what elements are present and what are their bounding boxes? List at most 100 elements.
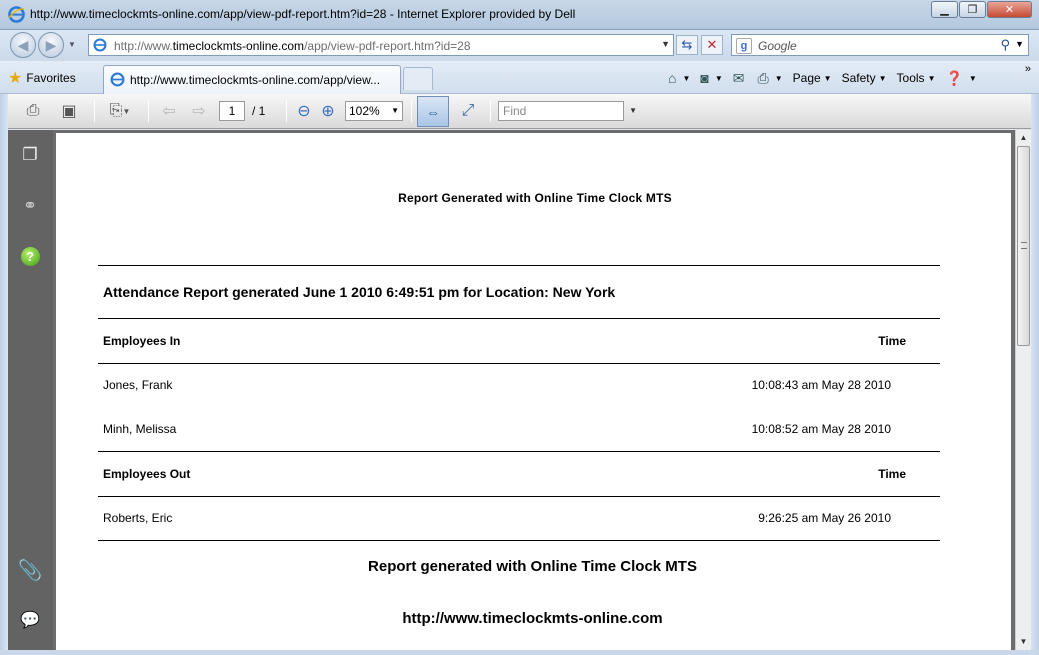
printer-icon: ⎙ xyxy=(757,69,769,86)
chevron-down-icon: ▼ xyxy=(774,73,783,83)
chevron-down-icon: ▼ xyxy=(714,73,723,83)
page-total: / 1 xyxy=(252,104,266,118)
page-number-input[interactable]: 1 xyxy=(219,101,245,121)
toolbar-separator xyxy=(286,100,287,122)
punch-time: 10:08:43 am May 28 2010 xyxy=(751,378,891,392)
chevron-down-icon[interactable]: ▼ xyxy=(629,102,637,120)
close-window-button[interactable]: ✕ xyxy=(987,1,1032,18)
pages-panel-button[interactable]: ❐ xyxy=(18,143,42,167)
divider xyxy=(98,496,940,497)
chevron-down-icon: ▼ xyxy=(682,73,691,83)
command-bar: ⌂ ▼ ◙ ▼ ✉ ⎙ ▼ Page ▼ Safety ▼ Tools ▼ ❓ ▼ xyxy=(668,67,987,89)
comments-panel-button[interactable]: 💬 xyxy=(18,608,42,632)
zoom-value: 102% xyxy=(349,104,380,118)
pdf-navigation-sidebar: ❐ ⚭ ? 📎 💬 xyxy=(8,130,53,650)
home-button[interactable]: ⌂ ▼ xyxy=(668,70,690,86)
report-title: Attendance Report generated June 1 2010 … xyxy=(103,284,616,300)
forward-button[interactable]: ▶ xyxy=(38,32,64,58)
punch-time: 10:08:52 am May 28 2010 xyxy=(751,422,891,436)
scroll-thumb[interactable] xyxy=(1017,146,1030,346)
window-frame-bottom xyxy=(0,650,1039,655)
table-row: Jones, Frank 10:08:43 am May 28 2010 xyxy=(103,378,891,394)
zoom-in-button[interactable]: ⊕ xyxy=(315,99,341,123)
report-footer-url: http://www.timeclockmts-online.com xyxy=(402,610,663,627)
stop-button[interactable]: ✕ xyxy=(701,35,723,55)
previous-page-button[interactable]: ⇦ xyxy=(156,99,182,123)
divider xyxy=(98,363,940,364)
pdf-toolbar: ⎙ ▣ ⎘ ▼ ⇦ ⇨ 1 / 1 ⊖ ⊕ 102% ▼ ⇔ ⤢ Find ▼ xyxy=(8,94,1031,129)
recent-pages-dropdown-icon[interactable]: ▼ xyxy=(68,40,76,49)
fit-page-button[interactable]: ⤢ xyxy=(455,99,481,123)
new-tab-button[interactable] xyxy=(403,67,433,90)
help-icon: ? xyxy=(20,246,40,266)
select-tool-icon: ⎘ xyxy=(109,102,123,119)
search-icon[interactable]: ⚲ xyxy=(1000,37,1010,53)
help-panel-button[interactable]: ? xyxy=(18,244,42,268)
help-menu[interactable]: ❓ ▼ xyxy=(945,70,976,87)
window-frame-right xyxy=(1031,94,1039,655)
address-bar[interactable]: http://www.timeclockmts-online.com/app/v… xyxy=(88,34,674,56)
favorites-button[interactable]: ★ Favorites xyxy=(8,67,76,89)
fit-width-button[interactable]: ⇔ xyxy=(417,96,449,127)
tab-row: ★ Favorites http://www.timeclockmts-onli… xyxy=(0,61,1039,94)
zoom-select[interactable]: 102% ▼ xyxy=(345,101,403,121)
pdf-save-button[interactable]: ▣ xyxy=(56,99,82,123)
divider xyxy=(98,540,940,541)
safety-menu-label: Safety xyxy=(841,71,876,85)
chevron-down-icon: ▼ xyxy=(823,73,832,83)
printer-icon: ⎙ xyxy=(26,102,40,119)
pages-icon: ❐ xyxy=(22,145,38,164)
find-placeholder: Find xyxy=(503,104,527,118)
more-commands-icon[interactable]: » xyxy=(1025,63,1031,75)
print-button[interactable]: ⎙ ▼ xyxy=(758,70,783,87)
divider xyxy=(98,265,940,266)
chevron-down-icon: ▼ xyxy=(968,73,977,83)
vertical-scrollbar[interactable]: ▲ ▼ xyxy=(1015,130,1031,650)
tab-title: http://www.timeclockmts-online.com/app/v… xyxy=(130,73,381,87)
address-dropdown-icon[interactable]: ▼ xyxy=(661,39,670,49)
employees-out-header: Employees Out Time xyxy=(103,467,906,483)
feeds-button[interactable]: ◙ ▼ xyxy=(700,70,722,86)
grip-icon xyxy=(1021,242,1027,249)
safety-menu[interactable]: Safety ▼ xyxy=(842,71,887,85)
minimize-button[interactable]: ▁ xyxy=(931,1,958,18)
search-panel-button[interactable]: ⚭ xyxy=(18,194,42,218)
chevron-down-icon: ▼ xyxy=(122,106,131,116)
up-arrow-icon: ⇦ xyxy=(162,103,176,120)
pdf-print-button[interactable]: ⎙ xyxy=(20,99,46,123)
tools-menu-label: Tools xyxy=(896,71,925,85)
toolbar-separator xyxy=(490,100,491,122)
search-options-dropdown-icon[interactable]: ▼ xyxy=(1015,39,1024,49)
search-provider-label: Google xyxy=(758,39,797,53)
back-arrow-icon: ◀ xyxy=(17,36,29,53)
next-page-button[interactable]: ⇨ xyxy=(186,99,212,123)
scroll-down-icon[interactable]: ▼ xyxy=(1016,634,1031,650)
down-arrow-icon: ⇨ xyxy=(192,103,206,120)
active-tab[interactable]: http://www.timeclockmts-online.com/app/v… xyxy=(103,65,401,94)
scroll-up-icon[interactable]: ▲ xyxy=(1016,130,1031,146)
divider xyxy=(98,318,940,319)
refresh-button[interactable]: ⇆ xyxy=(676,35,698,55)
section-label: Employees In xyxy=(103,334,181,348)
zoom-out-button[interactable]: ⊖ xyxy=(291,99,317,123)
pdf-tools-button[interactable]: ⎘ ▼ xyxy=(102,99,138,123)
tools-menu[interactable]: Tools ▼ xyxy=(897,71,936,85)
window-frame-left xyxy=(0,94,8,655)
toolbar-separator xyxy=(411,100,412,122)
page-menu[interactable]: Page ▼ xyxy=(793,71,832,85)
read-mail-button[interactable]: ✉ xyxy=(733,70,748,87)
search-box[interactable]: g Google ⚲ ▼ xyxy=(731,34,1029,56)
time-column-header: Time xyxy=(878,467,906,481)
toolbar-separator xyxy=(94,100,95,122)
save-disk-icon: ▣ xyxy=(61,103,77,120)
report-footer: Report generated with Online Time Clock … xyxy=(368,558,697,575)
title-bar: http://www.timeclockmts-online.com/app/v… xyxy=(0,0,1039,30)
refresh-icon: ⇆ xyxy=(681,37,693,52)
rss-feed-icon: ◙ xyxy=(700,70,709,86)
maximize-button[interactable]: ❐ xyxy=(959,1,986,18)
find-input[interactable]: Find ▼ xyxy=(498,101,637,121)
back-button[interactable]: ◀ xyxy=(10,32,36,58)
pdf-page: Report Generated with Online Time Clock … xyxy=(56,133,1011,650)
attachments-panel-button[interactable]: 📎 xyxy=(18,558,43,582)
page-menu-label: Page xyxy=(792,71,821,85)
